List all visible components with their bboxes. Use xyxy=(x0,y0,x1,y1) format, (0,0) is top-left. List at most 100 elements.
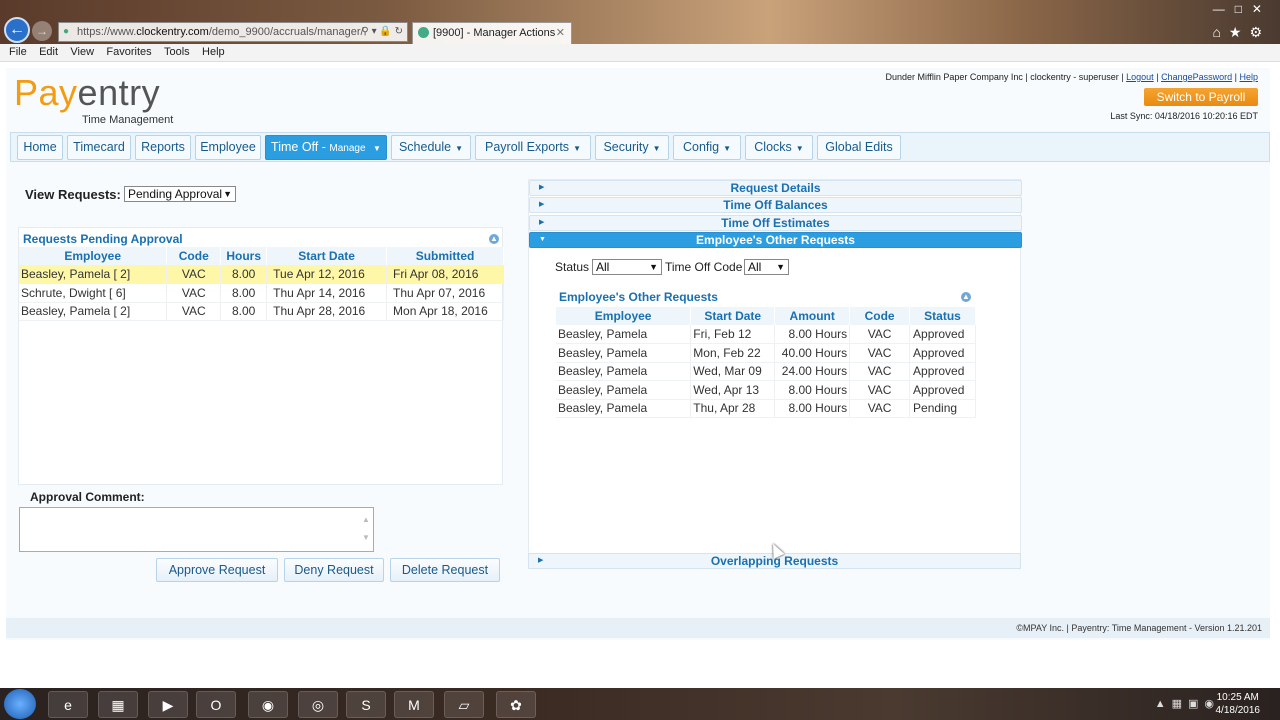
app-icon[interactable]: ◉ xyxy=(248,691,288,718)
tab-close-icon[interactable]: ✕ xyxy=(556,23,565,43)
column-header[interactable]: Start Date xyxy=(690,307,776,325)
table-row[interactable]: Beasley, Pamela Thu, Apr 28 8.00 Hours V… xyxy=(556,399,976,418)
address-actions-icon[interactable]: ⚲ ▾ 🔒 ↻ xyxy=(361,23,403,41)
help-link[interactable]: Help xyxy=(1239,72,1258,82)
chevron-down-icon: ▼ xyxy=(573,144,581,153)
table-row[interactable]: Beasley, Pamela Mon, Feb 22 40.00 Hours … xyxy=(556,343,976,363)
nav-timecard[interactable]: Timecard xyxy=(67,135,131,160)
change-password-link[interactable]: ChangePassword xyxy=(1161,72,1232,82)
column-header[interactable]: Hours xyxy=(220,247,268,265)
browser-tab[interactable]: [9900] - Manager Actions ✕ xyxy=(412,22,572,44)
payentry-logo[interactable]: Payentry Time Management xyxy=(14,74,173,127)
ie-icon[interactable]: e xyxy=(48,691,88,718)
nav-reports[interactable]: Reports xyxy=(135,135,191,160)
column-header[interactable]: Code xyxy=(166,247,222,265)
nav-global-edits[interactable]: Global Edits xyxy=(817,135,901,160)
app-icon[interactable]: ▱ xyxy=(444,691,484,718)
chevron-down-icon: ▼ xyxy=(539,236,546,243)
column-header[interactable]: Employee xyxy=(556,307,692,325)
approve-request-button[interactable]: Approve Request xyxy=(156,558,278,582)
cell-employee: Schrute, Dwight [ 6] xyxy=(19,283,168,303)
nav-time-off-manage: Manage xyxy=(329,143,366,154)
nav-time-off[interactable]: Time Off - Manage ▼ xyxy=(265,135,387,160)
accordion-time-off-balances[interactable]: ▶ Time Off Balances xyxy=(529,197,1022,213)
scrollbar[interactable]: ▲ ▼ xyxy=(361,511,371,547)
separator: | xyxy=(1156,72,1159,82)
system-tray-icons[interactable]: ▲▦▣◉ xyxy=(1155,697,1220,710)
nav-schedule[interactable]: Schedule ▼ xyxy=(391,135,471,160)
cell-hours: 8.00 xyxy=(220,302,268,321)
cell-submitted: Thu Apr 07, 2016 xyxy=(386,283,504,303)
nav-config[interactable]: Config ▼ xyxy=(673,135,741,160)
outlook-icon[interactable]: O xyxy=(196,691,236,718)
window-controls[interactable]: —□✕ xyxy=(1213,2,1272,16)
cell-start-date: Thu, Apr 28 xyxy=(690,399,776,418)
back-icon[interactable]: ← xyxy=(4,17,30,43)
table-row[interactable]: Beasley, Pamela Wed, Mar 09 24.00 Hours … xyxy=(556,362,976,381)
nav-clocks-label: Clocks xyxy=(754,140,792,154)
accordion-other-requests[interactable]: ▼ Employee's Other Requests xyxy=(529,232,1022,248)
folder-icon[interactable]: ▦ xyxy=(98,691,138,718)
accordion-time-off-estimates[interactable]: ▶ Time Off Estimates xyxy=(529,215,1022,231)
delete-request-button[interactable]: Delete Request xyxy=(390,558,500,582)
logout-link[interactable]: Logout xyxy=(1126,72,1154,82)
nav-schedule-label: Schedule xyxy=(398,140,452,154)
nav-home[interactable]: Home xyxy=(17,135,63,160)
approval-comment-input[interactable]: ▲ ▼ xyxy=(19,507,374,552)
nav-time-off-label: Time Off - xyxy=(271,140,326,154)
taskbar-clock[interactable]: 10:25 AM 4/18/2016 xyxy=(1216,691,1261,717)
app-icon[interactable]: M xyxy=(394,691,434,718)
menu-edit[interactable]: Edit xyxy=(30,44,58,61)
column-header[interactable]: Start Date xyxy=(266,247,388,265)
nav-security[interactable]: Security ▼ xyxy=(595,135,669,160)
clock-date: 4/18/2016 xyxy=(1215,705,1261,716)
column-header[interactable]: Employee xyxy=(19,247,168,265)
skype-icon[interactable]: S xyxy=(346,691,386,718)
cell-employee: Beasley, Pamela xyxy=(556,343,692,363)
chrome-icon[interactable]: ◎ xyxy=(298,691,338,718)
cell-code: VAC xyxy=(849,343,911,363)
view-requests-select[interactable]: Pending Approval ▼ xyxy=(124,186,236,202)
forward-icon[interactable]: → xyxy=(32,21,52,41)
accordion-request-details[interactable]: ▶ Request Details xyxy=(529,180,1022,196)
cell-amount: 8.00 Hours xyxy=(774,325,851,344)
collapse-icon[interactable]: ▲ xyxy=(961,292,971,302)
column-header[interactable]: Status xyxy=(909,307,976,325)
table-row[interactable]: Schrute, Dwight [ 6] VAC 8.00 Thu Apr 14… xyxy=(19,283,504,303)
collapse-icon[interactable]: ▲ xyxy=(489,234,499,244)
other-requests-table: Employee Start Date Amount Code Status B… xyxy=(556,307,976,418)
menu-tools[interactable]: Tools xyxy=(155,44,190,61)
nav-employee[interactable]: Employee xyxy=(195,135,261,160)
switch-to-payroll-button[interactable]: Switch to Payroll xyxy=(1144,88,1258,106)
cell-code: VAC xyxy=(166,265,222,284)
status-filter-select[interactable]: All ▼ xyxy=(592,259,662,275)
menu-help[interactable]: Help xyxy=(193,44,225,61)
nav-clocks[interactable]: Clocks ▼ xyxy=(745,135,813,160)
menu-file[interactable]: File xyxy=(0,44,27,61)
request-info-panel: ▶ Request Details ▶ Time Off Balances ▶ … xyxy=(528,179,1022,569)
column-header[interactable]: Amount xyxy=(774,307,851,325)
code-filter-select[interactable]: All ▼ xyxy=(744,259,789,275)
address-bar[interactable]: ● https://www.clockentry.com/demo_9900/a… xyxy=(58,22,408,42)
app-icon[interactable]: ✿ xyxy=(496,691,536,718)
deny-request-button[interactable]: Deny Request xyxy=(284,558,384,582)
cell-hours: 8.00 xyxy=(220,265,268,284)
cell-start-date: Fri, Feb 12 xyxy=(690,325,776,344)
cell-employee: Beasley, Pamela xyxy=(556,325,692,344)
column-header[interactable]: Submitted xyxy=(386,247,504,265)
other-requests-title: Employee's Other Requests xyxy=(559,290,718,304)
cell-employee: Beasley, Pamela xyxy=(556,362,692,381)
table-row[interactable]: Beasley, Pamela [ 2] VAC 8.00 Thu Apr 28… xyxy=(19,302,504,321)
table-row[interactable]: Beasley, Pamela Fri, Feb 12 8.00 Hours V… xyxy=(556,325,976,344)
menu-favorites[interactable]: Favorites xyxy=(97,44,151,61)
chevron-down-icon: ▼ xyxy=(649,262,658,272)
column-header[interactable]: Code xyxy=(849,307,911,325)
browser-toolbar-icons[interactable]: ⌂★⚙ xyxy=(1212,24,1270,41)
media-player-icon[interactable]: ▶ xyxy=(148,691,188,718)
start-button-icon[interactable] xyxy=(4,689,36,719)
table-row[interactable]: Beasley, Pamela [ 2] VAC 8.00 Tue Apr 12… xyxy=(19,265,504,284)
table-row[interactable]: Beasley, Pamela Wed, Apr 13 8.00 Hours V… xyxy=(556,380,976,400)
menu-view[interactable]: View xyxy=(61,44,94,61)
cell-start-date: Wed, Mar 09 xyxy=(690,362,776,381)
nav-payroll-exports[interactable]: Payroll Exports ▼ xyxy=(475,135,591,160)
